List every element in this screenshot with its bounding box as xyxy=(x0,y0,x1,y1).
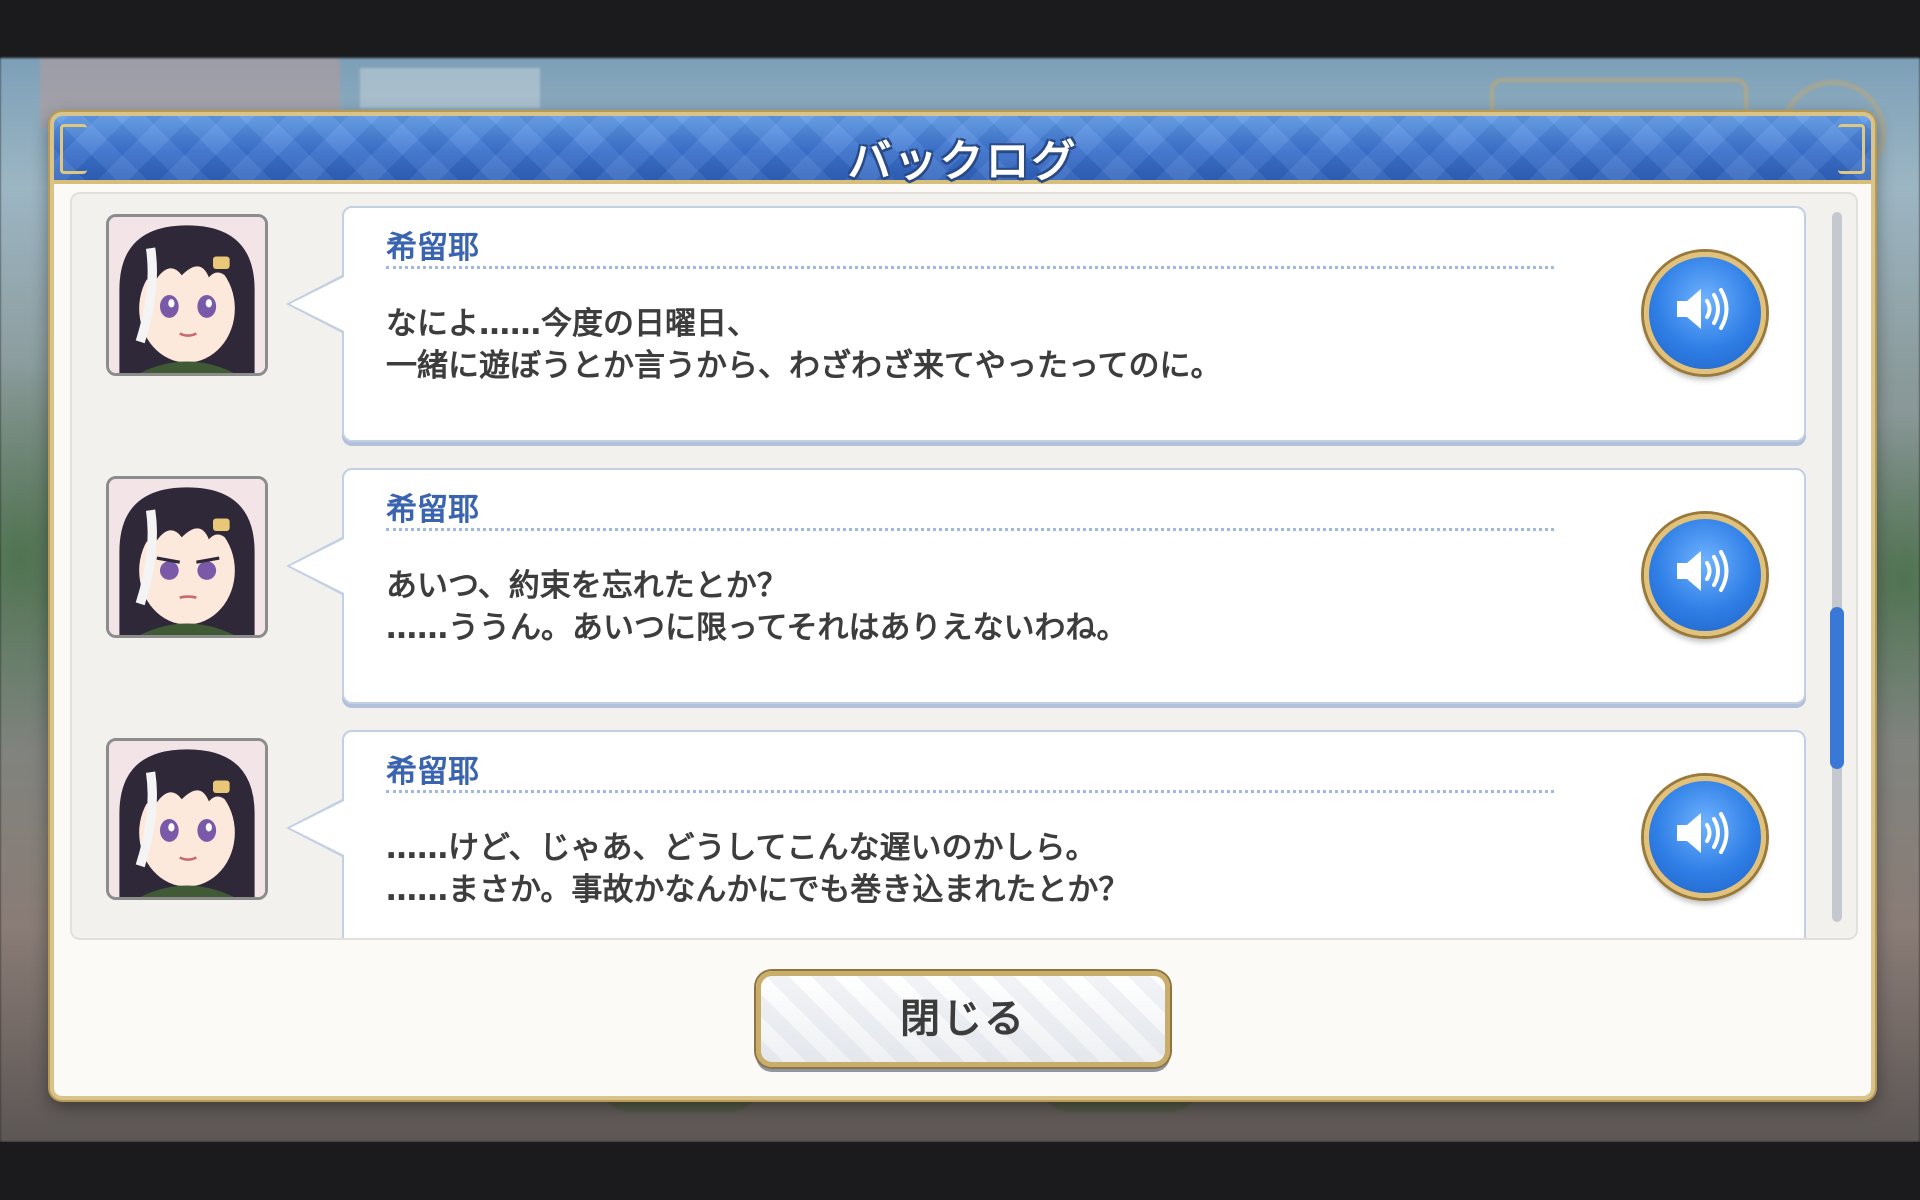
bubble-tail-fill xyxy=(290,801,344,855)
dialogue-line: ……ううん。あいつに限ってそれはありえないわね。 xyxy=(386,610,1128,646)
voice-play-button[interactable] xyxy=(1644,252,1766,374)
dotted-divider xyxy=(386,790,1554,793)
dialogue-line: なによ……今度の日曜日、 xyxy=(386,306,758,342)
dialogue-line: ……まさか。事故かなんかにでも巻き込まれたとか？ xyxy=(386,872,1130,908)
backlog-dialog: バックログ 希留耶 なによ……今度の日曜日、 一緒に遊ぼうとか言うから、わざわざ… xyxy=(50,112,1875,1100)
voice-play-button[interactable] xyxy=(1644,776,1766,898)
bubble-tail-fill xyxy=(290,277,344,331)
character-avatar xyxy=(106,738,268,900)
dotted-divider xyxy=(386,266,1554,269)
speaker-volume-icon xyxy=(1677,812,1729,854)
dialogue-line: あいつ、約束を忘れたとか？ xyxy=(386,568,788,604)
scrollbar-track[interactable] xyxy=(1830,212,1844,922)
dialogue-line: 一緒に遊ぼうとか言うから、わざわざ来てやったってのに。 xyxy=(386,348,1222,384)
speaker-name: 希留耶 xyxy=(386,492,479,528)
dialog-header: バックログ xyxy=(54,116,1871,187)
speaker-volume-icon xyxy=(1677,288,1729,330)
backlog-entry: 希留耶 なによ……今度の日曜日、 一緒に遊ぼうとか言うから、わざわざ来てやったっ… xyxy=(72,206,1856,446)
close-button[interactable]: 閉じる xyxy=(756,971,1170,1067)
dotted-divider xyxy=(386,528,1554,531)
character-avatar xyxy=(106,214,268,376)
dialogue-line: ……けど、じゃあ、どうしてこんな遅いのかしら。 xyxy=(386,830,1097,866)
scrollbar-thumb[interactable] xyxy=(1830,607,1844,769)
backlog-entry: 希留耶 あいつ、約束を忘れたとか？ ……ううん。あいつに限ってそれはありえないわ… xyxy=(72,468,1856,708)
speaker-volume-icon xyxy=(1677,550,1729,592)
voice-play-button[interactable] xyxy=(1644,514,1766,636)
speaker-name: 希留耶 xyxy=(386,754,479,790)
speaker-name: 希留耶 xyxy=(386,230,479,266)
backlog-list[interactable]: 希留耶 なによ……今度の日曜日、 一緒に遊ぼうとか言うから、わざわざ来てやったっ… xyxy=(70,192,1858,940)
dialog-title: バックログ xyxy=(847,136,1078,187)
top-letterbox xyxy=(0,0,1920,58)
bubble-tail-fill xyxy=(290,539,344,593)
backlog-entry: 希留耶 ……けど、じゃあ、どうしてこんな遅いのかしら。 ……まさか。事故かなんか… xyxy=(72,730,1856,938)
bottom-letterbox xyxy=(0,1142,1920,1200)
character-avatar xyxy=(106,476,268,638)
